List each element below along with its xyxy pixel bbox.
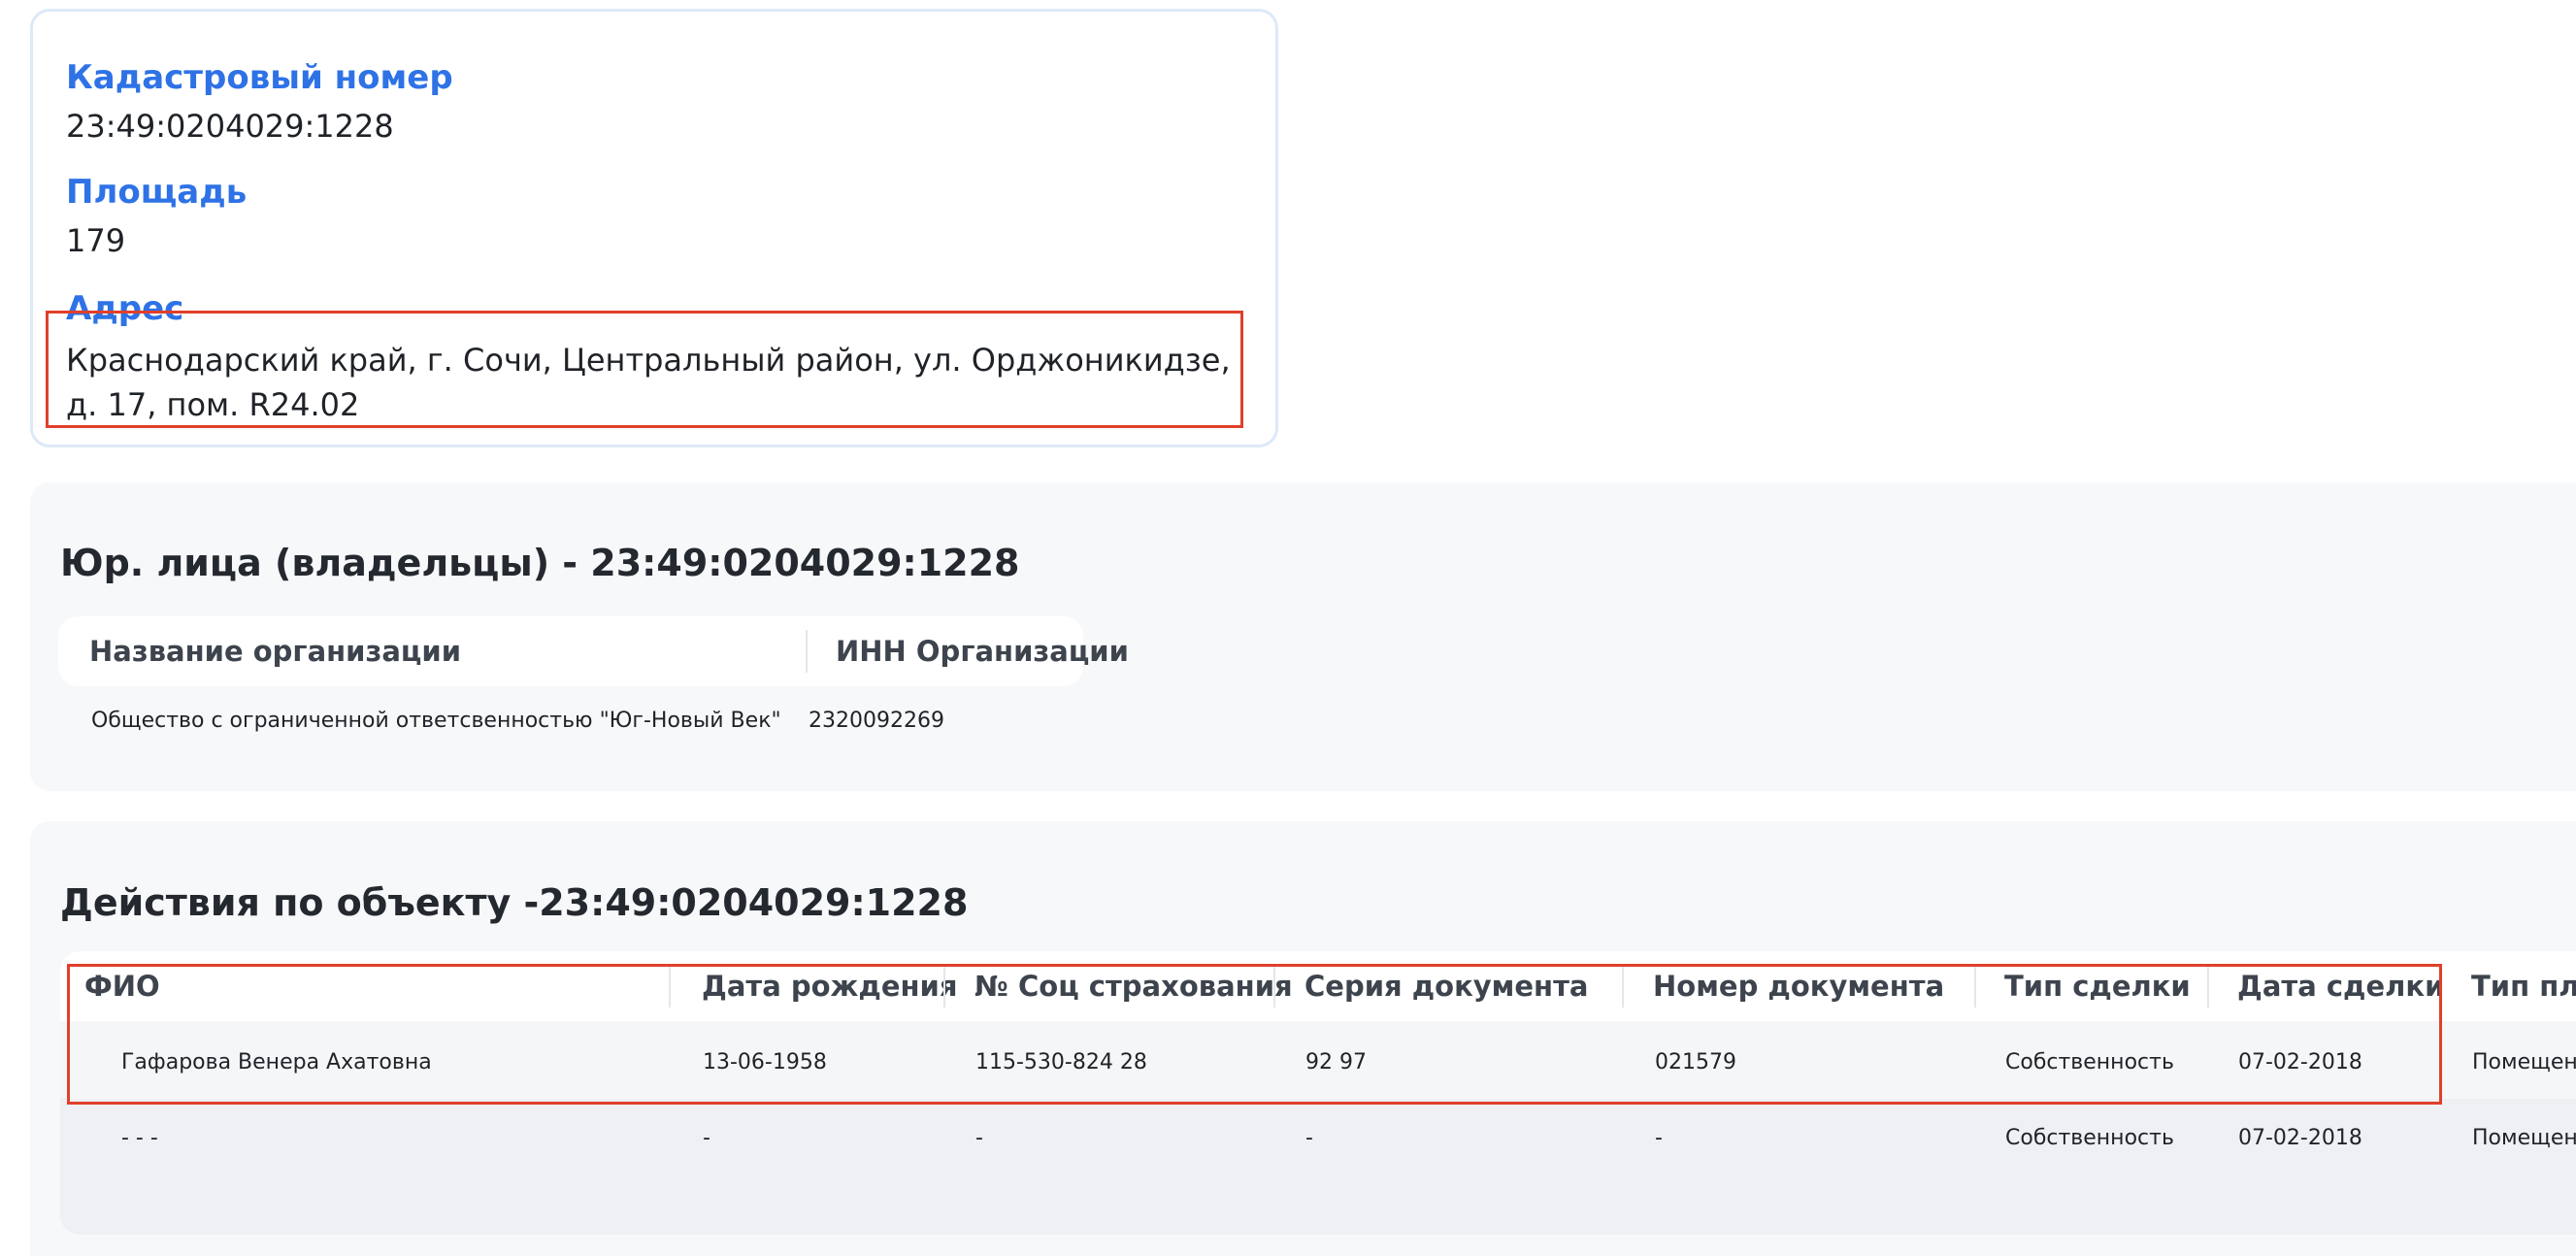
column-org-name: Название организации bbox=[89, 635, 462, 668]
column-fio: ФИО bbox=[84, 970, 160, 1003]
object-info-card: Кадастровый номер 23:49:0204029:1228 Пло… bbox=[30, 9, 1278, 447]
area-label: Площадь bbox=[66, 173, 248, 212]
column-deal-type: Тип сделки bbox=[2004, 970, 2191, 1003]
cell-deal-date: 07-02-2018 bbox=[2238, 1126, 2362, 1150]
owner-inn-cell: 2320092269 bbox=[809, 709, 944, 733]
area-value: 179 bbox=[66, 222, 126, 259]
column-doc-number: Номер документа bbox=[1653, 970, 1945, 1003]
column-divider bbox=[2207, 965, 2209, 1008]
cell-area-type: Помещени bbox=[2472, 1126, 2576, 1150]
cadastral-label: Кадастровый номер bbox=[66, 58, 453, 97]
actions-title: Действия по объекту -23:49:0204029:1228 bbox=[60, 881, 969, 924]
column-snils: № Соц страхования bbox=[974, 970, 1293, 1003]
cadastral-value: 23:49:0204029:1228 bbox=[66, 108, 394, 145]
cell-doc-number: - bbox=[1655, 1126, 1663, 1150]
cell-doc-series: - bbox=[1305, 1126, 1313, 1150]
column-divider bbox=[2440, 965, 2442, 1008]
cell-area-type: Помещени bbox=[2472, 1050, 2576, 1074]
cell-snils: - bbox=[975, 1126, 983, 1150]
address-label: Адрес bbox=[66, 289, 184, 328]
column-deal-date: Дата сделки bbox=[2237, 970, 2445, 1003]
actions-panel: Действия по объекту -23:49:0204029:1228 … bbox=[30, 821, 2576, 1256]
column-divider bbox=[806, 630, 808, 673]
owners-table-header: Название организации ИНН Организации bbox=[58, 616, 1129, 686]
cell-deal-type: Собственность bbox=[2005, 1126, 2174, 1150]
column-divider bbox=[669, 965, 671, 1008]
cell-birth-date: 13-06-1958 bbox=[703, 1050, 827, 1074]
cell-deal-type: Собственность bbox=[2005, 1050, 2174, 1074]
address-value: Краснодарский край, г. Сочи, Центральный… bbox=[66, 342, 1231, 423]
owners-panel: Юр. лица (владельцы) - 23:49:0204029:122… bbox=[30, 482, 2576, 791]
column-org-inn: ИНН Организации bbox=[836, 635, 1129, 668]
column-divider bbox=[943, 965, 945, 1008]
cell-fio: Гафарова Венера Ахатовна bbox=[121, 1050, 432, 1074]
column-birth-date: Дата рождения bbox=[702, 970, 958, 1003]
owners-title: Юр. лица (владельцы) - 23:49:0204029:122… bbox=[60, 542, 1020, 584]
cell-fio: - - - bbox=[121, 1126, 158, 1150]
column-divider bbox=[1273, 965, 1275, 1008]
cell-doc-number: 021579 bbox=[1655, 1050, 1736, 1074]
column-divider bbox=[1974, 965, 1976, 1008]
page: Кадастровый номер 23:49:0204029:1228 Пло… bbox=[0, 0, 2576, 1256]
column-doc-series: Серия документа bbox=[1305, 970, 1589, 1003]
actions-table: ФИО Дата рождения № Соц страхования Сери… bbox=[60, 951, 2576, 1235]
cell-doc-series: 92 97 bbox=[1305, 1050, 1367, 1074]
actions-table-header: ФИО Дата рождения № Соц страхования Сери… bbox=[60, 951, 2576, 1021]
owner-name-cell: Общество с ограниченной ответсвенностью … bbox=[91, 709, 781, 733]
cell-deal-date: 07-02-2018 bbox=[2238, 1050, 2362, 1074]
cell-snils: 115-530-824 28 bbox=[975, 1050, 1147, 1074]
column-divider bbox=[1622, 965, 1624, 1008]
cell-birth-date: - bbox=[703, 1126, 710, 1150]
column-area-type: Тип пло bbox=[2471, 970, 2576, 1003]
